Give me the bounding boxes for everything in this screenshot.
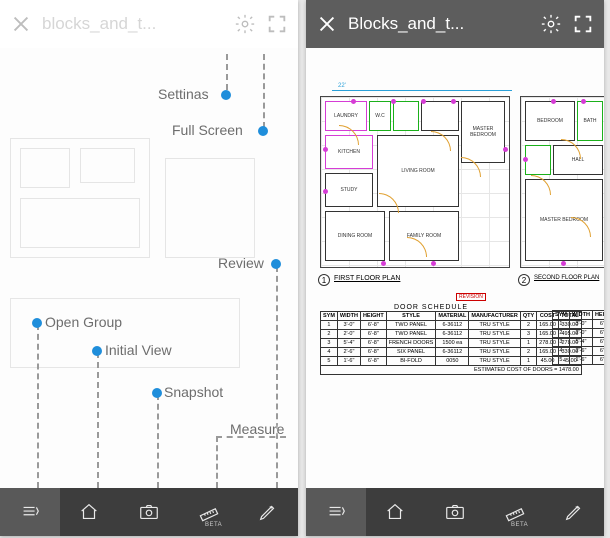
- annotation-settings: Settinas: [158, 86, 209, 102]
- header-left: blocks_and_t...: [0, 0, 298, 48]
- second-floor-plan: BEDROOM BATH HALL MASTER BEDROOM 2 SECON…: [520, 96, 604, 268]
- fullscreen-icon[interactable]: [572, 13, 594, 35]
- gear-icon[interactable]: [540, 13, 562, 35]
- toolbar-edit-button[interactable]: [238, 488, 298, 536]
- toolbar-right: BETA: [306, 488, 604, 536]
- toolbar-layers-button[interactable]: [0, 488, 60, 536]
- phone-right: Blocks_and_t... 22' LAUNDRY W.C KITCHEN …: [306, 0, 604, 536]
- annotation-fullscreen: Full Screen: [172, 122, 243, 138]
- canvas-right[interactable]: 22' LAUNDRY W.C KITCHEN STUDY LIVING ROO…: [306, 48, 604, 488]
- close-icon[interactable]: [10, 13, 32, 35]
- file-title: blocks_and_t...: [42, 14, 224, 34]
- file-title: Blocks_and_t...: [348, 14, 530, 34]
- annotation-measure: Measure: [230, 421, 284, 437]
- fullscreen-icon[interactable]: [266, 13, 288, 35]
- header-right: Blocks_and_t...: [306, 0, 604, 48]
- toolbar-left: BETA: [0, 488, 298, 536]
- gear-icon[interactable]: [234, 13, 256, 35]
- beta-label: BETA: [205, 522, 222, 528]
- toolbar-camera-button[interactable]: [119, 488, 179, 536]
- canvas-left[interactable]: Settinas Full Screen Review Measure Snap…: [0, 48, 298, 488]
- toolbar-camera-button[interactable]: [425, 488, 485, 536]
- toolbar-home-button[interactable]: [60, 488, 120, 536]
- toolbar-layers-button[interactable]: [306, 488, 366, 536]
- annotation-snapshot: Snapshot: [164, 384, 223, 400]
- toolbar-measure-button[interactable]: BETA: [485, 488, 545, 536]
- beta-label: BETA: [511, 522, 528, 528]
- toolbar-measure-button[interactable]: BETA: [179, 488, 239, 536]
- schedule-table: SYMWIDTHHEIGHTSTYLEMATERIALMANUFACTURERQ…: [320, 311, 582, 375]
- annotation-overlay: Settinas Full Screen Review Measure Snap…: [0, 48, 298, 488]
- toolbar-edit-button[interactable]: [544, 488, 604, 536]
- floor-plans: LAUNDRY W.C KITCHEN STUDY LIVING ROOM DI…: [320, 96, 604, 268]
- close-icon[interactable]: [316, 13, 338, 35]
- revision-note: REVISION: [456, 293, 486, 301]
- toolbar-home-button[interactable]: [366, 488, 426, 536]
- door-schedule: DOOR SCHEDULE SYMWIDTHHEIGHTSTYLEMATERIA…: [320, 304, 542, 375]
- first-floor-plan: LAUNDRY W.C KITCHEN STUDY LIVING ROOM DI…: [320, 96, 510, 268]
- phone-left: blocks_and_t... Settinas Fu: [0, 0, 298, 536]
- door-schedule-2: SYMWIDTHHEIGHT 13'-0"6'-8"22'-0"6'-8"35'…: [552, 310, 604, 365]
